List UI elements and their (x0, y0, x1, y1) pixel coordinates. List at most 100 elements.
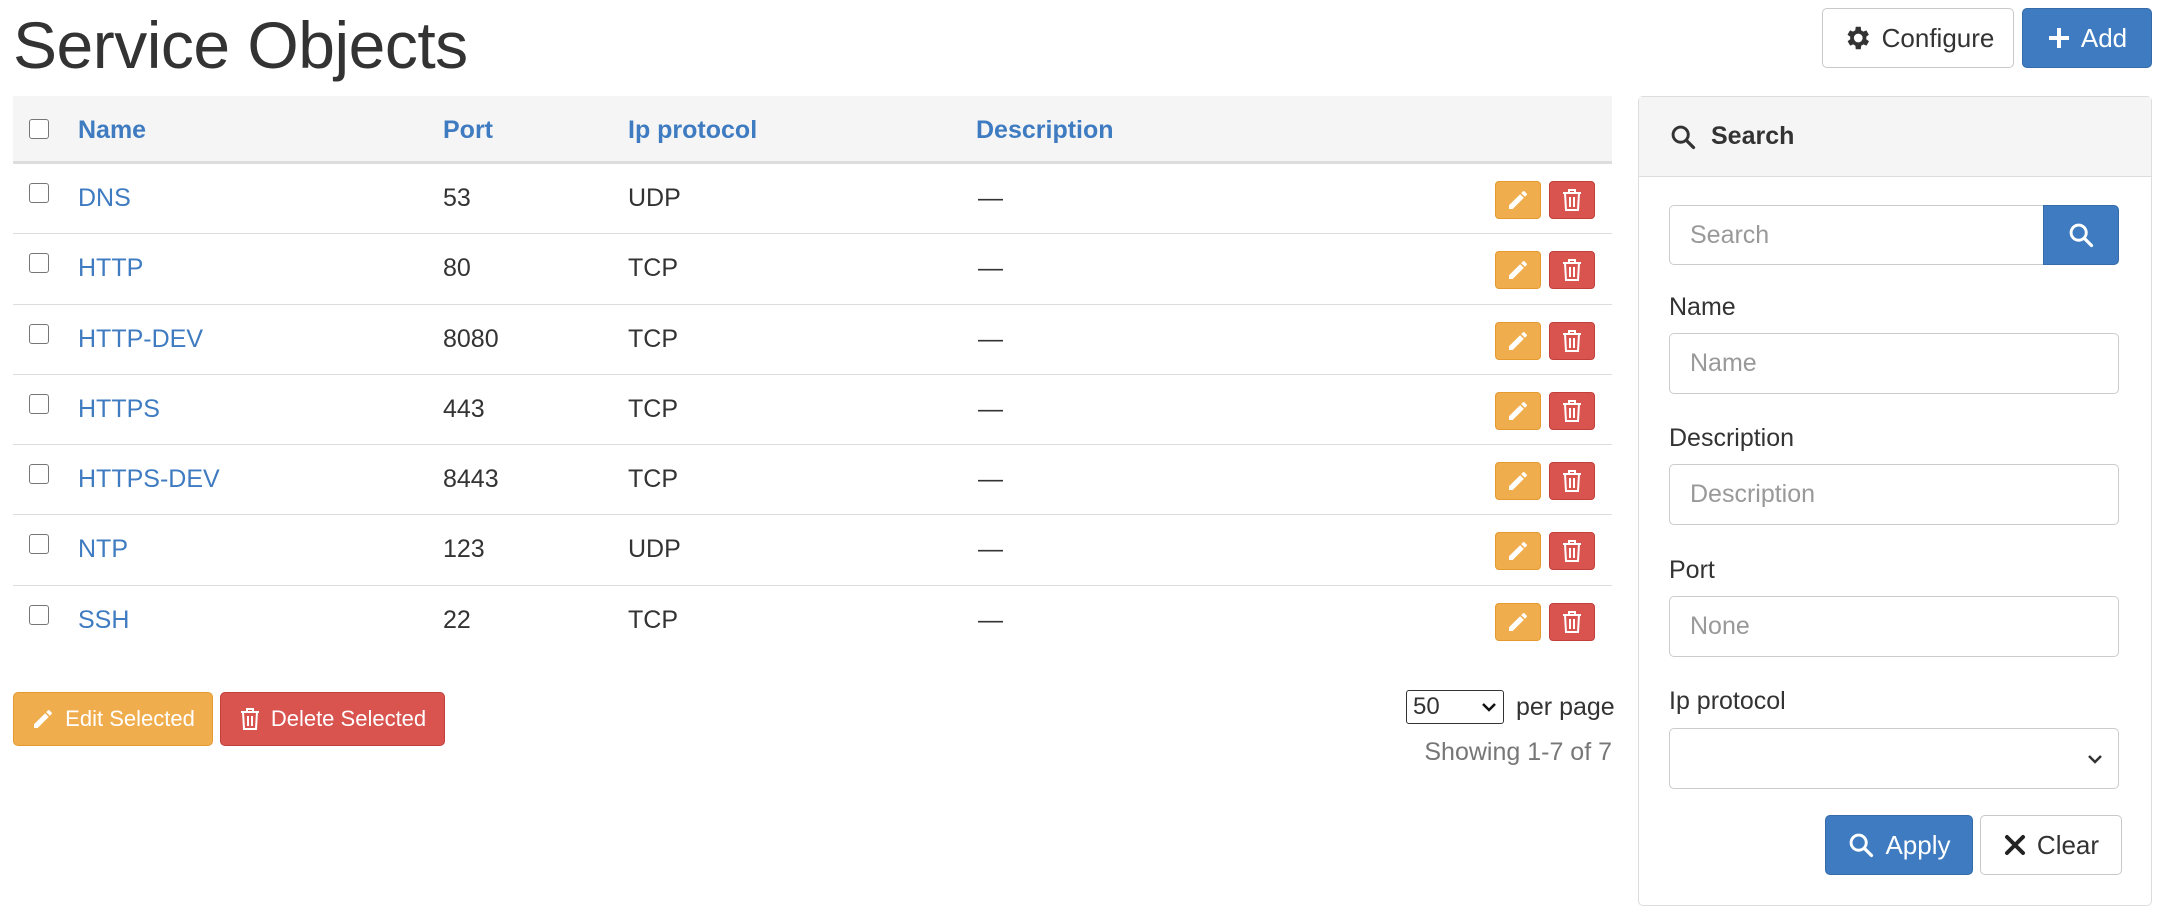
pencil-icon (1509, 261, 1527, 280)
row-checkbox[interactable] (29, 393, 49, 414)
configure-button[interactable]: Configure (1822, 8, 2014, 68)
delete-row-button[interactable] (1549, 462, 1595, 501)
description-field[interactable]: Description (1669, 464, 2119, 525)
edit-row-button[interactable] (1495, 462, 1541, 501)
delete-selected-button[interactable]: Delete Selected (220, 692, 445, 746)
description-cell: — (978, 394, 1003, 423)
header-port[interactable]: Port (443, 96, 493, 164)
search-input[interactable]: Search (1669, 205, 2043, 265)
row-checkbox[interactable] (29, 604, 49, 625)
ip-protocol-select[interactable] (1669, 728, 2119, 789)
add-button[interactable]: Add (2022, 8, 2152, 68)
search-icon (2069, 223, 2094, 248)
protocol-cell: TCP (628, 254, 678, 283)
port-field-label: Port (1669, 556, 1715, 584)
protocol-cell: TCP (628, 324, 678, 353)
header-description[interactable]: Description (976, 96, 1114, 164)
row-checkbox[interactable] (29, 323, 49, 344)
description-cell: — (978, 605, 1003, 634)
per-page-label: per page (1516, 692, 1615, 721)
row-checkbox[interactable] (29, 534, 49, 555)
service-name-link[interactable]: SSH (78, 586, 129, 656)
service-name-link[interactable]: HTTP (78, 234, 143, 304)
apply-label: Apply (1885, 829, 1951, 860)
description-cell: — (978, 535, 1003, 564)
add-label: Add (2080, 22, 2128, 53)
delete-row-button[interactable] (1549, 321, 1595, 360)
search-submit-button[interactable] (2043, 205, 2119, 265)
port-field[interactable]: None (1669, 596, 2119, 657)
name-field-label: Name (1669, 293, 1736, 321)
search-icon (1671, 125, 1696, 149)
edit-row-button[interactable] (1495, 251, 1541, 290)
service-name-link[interactable]: DNS (78, 164, 131, 234)
protocol-cell: TCP (628, 394, 678, 423)
select-all-checkbox[interactable] (29, 119, 49, 139)
edit-row-button[interactable] (1495, 602, 1541, 641)
description-cell: — (978, 184, 1003, 212)
name-field[interactable]: Name (1669, 333, 2119, 394)
trash-icon (240, 708, 259, 730)
protocol-cell: UDP (628, 535, 681, 564)
port-cell: 80 (443, 254, 471, 283)
edit-selected-button[interactable]: Edit Selected (13, 692, 213, 746)
delete-row-button[interactable] (1549, 532, 1595, 571)
table-row: DNS 53 UDP — (13, 164, 1612, 235)
pencil-icon (1509, 542, 1527, 561)
trash-icon (1563, 329, 1581, 352)
per-page-select[interactable]: 50 (1406, 690, 1504, 724)
chevron-down-icon (2088, 754, 2102, 764)
trash-icon (1563, 470, 1581, 493)
chevron-down-icon (1482, 703, 1496, 712)
pencil-icon (34, 710, 53, 728)
edit-row-button[interactable] (1495, 532, 1541, 571)
table-row: HTTPS-DEV 8443 TCP — (13, 445, 1612, 516)
description-field-label: Description (1669, 424, 1795, 452)
clear-button[interactable]: Clear (1980, 815, 2122, 875)
row-checkbox[interactable] (29, 183, 49, 203)
delete-row-button[interactable] (1549, 602, 1595, 641)
service-name-link[interactable]: HTTPS (78, 375, 160, 445)
pencil-icon (1509, 472, 1527, 491)
table-row: NTP 123 UDP — (13, 515, 1612, 586)
edit-row-button[interactable] (1495, 321, 1541, 360)
port-cell: 8080 (443, 324, 499, 353)
apply-button[interactable]: Apply (1825, 815, 1973, 875)
table-header: Name Port Ip protocol Description (13, 96, 1612, 164)
per-page-control: 50 per page (1406, 690, 1615, 724)
port-cell: 22 (443, 605, 471, 634)
service-name-link[interactable]: NTP (78, 515, 128, 585)
delete-row-button[interactable] (1549, 181, 1595, 219)
header-ip-protocol[interactable]: Ip protocol (628, 96, 757, 164)
configure-label: Configure (1881, 22, 1995, 53)
close-icon (2004, 835, 2025, 855)
edit-row-button[interactable] (1495, 391, 1541, 430)
search-panel-heading: Search (1639, 97, 2151, 177)
description-cell: — (978, 254, 1003, 283)
port-cell: 53 (443, 184, 471, 212)
header-name[interactable]: Name (78, 96, 146, 164)
row-checkbox[interactable] (29, 253, 49, 274)
gear-icon (1847, 26, 1869, 50)
service-name-link[interactable]: HTTPS-DEV (78, 445, 220, 515)
delete-selected-label: Delete Selected (270, 706, 427, 731)
plus-icon (2048, 28, 2069, 48)
table-row: HTTP-DEV 8080 TCP — (13, 305, 1612, 375)
table-body: DNS 53 UDP — HTTP 80 TCP — HTTP-DEV 8080 TCP — HTTPS… (13, 164, 1612, 656)
pagination-summary: Showing 1-7 of 7 (1424, 738, 1612, 766)
delete-row-button[interactable] (1549, 251, 1595, 290)
port-cell: 443 (443, 394, 485, 423)
table-row: HTTP 80 TCP — (13, 234, 1612, 305)
row-checkbox[interactable] (29, 464, 49, 485)
pencil-icon (1509, 612, 1527, 631)
port-cell: 8443 (443, 465, 499, 494)
description-cell: — (978, 465, 1003, 494)
protocol-cell: TCP (628, 465, 678, 494)
pencil-icon (1509, 331, 1527, 350)
search-panel-title: Search (1711, 122, 1795, 150)
edit-selected-label: Edit Selected (65, 706, 195, 731)
edit-row-button[interactable] (1495, 181, 1541, 219)
delete-row-button[interactable] (1549, 391, 1595, 430)
service-name-link[interactable]: HTTP-DEV (78, 305, 203, 375)
protocol-cell: TCP (628, 605, 678, 634)
